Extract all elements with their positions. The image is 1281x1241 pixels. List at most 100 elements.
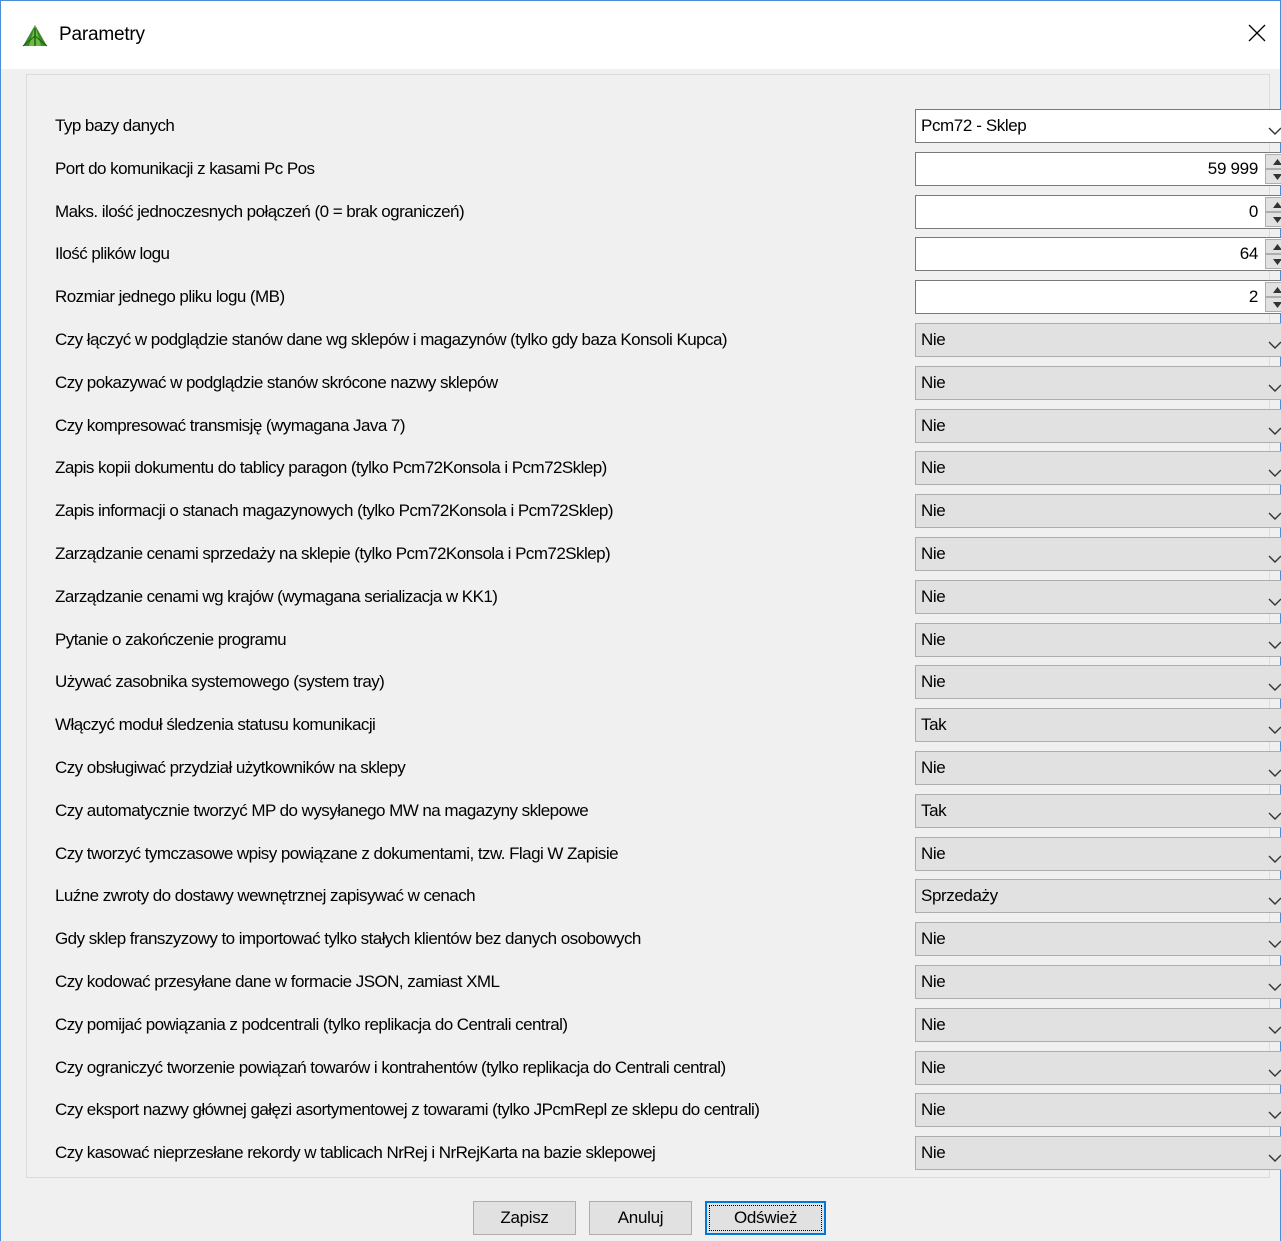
param-combo[interactable]: Nie	[915, 751, 1281, 785]
param-row: Czy kasować nieprzesłane rekordy w tabli…	[55, 1136, 1281, 1170]
chevron-down-icon	[1268, 463, 1281, 477]
param-label: Czy eksport nazwy głównej gałęzi asortym…	[55, 1100, 760, 1119]
refresh-button[interactable]: Odśwież	[705, 1201, 826, 1235]
param-combo[interactable]: Tak	[915, 708, 1281, 742]
chevron-down-icon	[1268, 121, 1281, 135]
param-combo[interactable]: Nie	[915, 665, 1281, 699]
param-combo[interactable]: Nie	[915, 1051, 1281, 1085]
chevron-down-icon	[1268, 1020, 1281, 1034]
param-label: Używać zasobnika systemowego (system tra…	[55, 672, 385, 691]
param-combo[interactable]: Nie	[915, 965, 1281, 999]
param-combo[interactable]: Nie	[915, 580, 1281, 614]
chevron-down-icon	[1268, 977, 1281, 991]
chevron-down-icon	[1268, 421, 1281, 435]
param-label: Luźne zwroty do dostawy wewnętrznej zapi…	[55, 886, 476, 905]
param-combo-value: Nie	[921, 373, 946, 392]
param-combo[interactable]: Nie	[915, 323, 1281, 357]
param-combo-value: Tak	[921, 801, 947, 820]
spinner-buttons	[1265, 282, 1281, 312]
param-label: Zarządzanie cenami wg krajów (wymagana s…	[55, 587, 498, 606]
param-label: Rozmiar jednego pliku logu (MB)	[55, 287, 285, 306]
param-combo[interactable]: Nie	[915, 1093, 1281, 1127]
chevron-down-icon	[1268, 1105, 1281, 1119]
spinner-down-button[interactable]	[1265, 297, 1281, 312]
spinner-up-button[interactable]	[1265, 197, 1281, 212]
param-row: Włączyć moduł śledzenia statusu komunika…	[55, 708, 1281, 742]
param-row: Czy łączyć w podglądzie stanów dane wg s…	[55, 323, 1281, 357]
param-combo-value: Nie	[921, 844, 946, 863]
param-row: Czy kodować przesyłane dane w formacie J…	[55, 965, 1281, 999]
param-label: Ilość plików logu	[55, 244, 170, 263]
chevron-down-icon	[1268, 378, 1281, 392]
param-label: Włączyć moduł śledzenia statusu komunika…	[55, 715, 376, 734]
param-spinner-input[interactable]	[916, 238, 1260, 270]
cancel-button[interactable]: Anuluj	[589, 1201, 692, 1235]
param-row: Czy kompresować transmisję (wymagana Jav…	[55, 409, 1281, 443]
param-combo-value: Nie	[921, 501, 946, 520]
param-label: Czy pomijać powiązania z podcentrali (ty…	[55, 1015, 568, 1034]
spinner-buttons	[1265, 154, 1281, 184]
param-combo[interactable]: Nie	[915, 1008, 1281, 1042]
param-label: Czy tworzyć tymczasowe wpisy powiązane z…	[55, 844, 619, 863]
param-spinner-input[interactable]	[916, 281, 1260, 313]
param-row: Ilość plików logu	[55, 237, 1281, 271]
spinner-up-button[interactable]	[1265, 239, 1281, 254]
param-combo[interactable]: Sprzedaży	[915, 879, 1281, 913]
param-row: Czy pomijać powiązania z podcentrali (ty…	[55, 1008, 1281, 1042]
param-combo[interactable]: Nie	[915, 922, 1281, 956]
triangle-down-icon	[1272, 258, 1281, 265]
chevron-down-icon	[1268, 635, 1281, 649]
param-row: Zarządzanie cenami wg krajów (wymagana s…	[55, 580, 1281, 614]
param-row: Używać zasobnika systemowego (system tra…	[55, 665, 1281, 699]
param-combo[interactable]: Nie	[915, 366, 1281, 400]
param-spinner-input[interactable]	[916, 196, 1260, 228]
spinner-down-button[interactable]	[1265, 254, 1281, 269]
param-combo[interactable]: Nie	[915, 1136, 1281, 1170]
param-combo[interactable]: Nie	[915, 409, 1281, 443]
chevron-down-icon	[1268, 1063, 1281, 1077]
param-combo-value: Nie	[921, 330, 946, 349]
param-combo-value: Nie	[921, 972, 946, 991]
refresh-button-label: Odśwież	[733, 1208, 798, 1227]
chevron-down-icon	[1268, 549, 1281, 563]
param-spinner	[915, 237, 1281, 271]
spinner-up-button[interactable]	[1265, 282, 1281, 297]
window-title: Parametry	[59, 24, 145, 45]
param-combo-value: Pcm72 - Sklep	[921, 116, 1027, 135]
green-leaf-icon	[21, 24, 49, 48]
param-combo-value: Nie	[921, 1015, 946, 1034]
param-label: Czy łączyć w podglądzie stanów dane wg s…	[55, 330, 728, 349]
param-combo-value: Tak	[921, 715, 947, 734]
save-button[interactable]: Zapisz	[473, 1201, 576, 1235]
param-row: Czy pokazywać w podglądzie stanów skróco…	[55, 366, 1281, 400]
param-row: Rozmiar jednego pliku logu (MB)	[55, 280, 1281, 314]
param-combo-value: Sprzedaży	[921, 886, 998, 905]
triangle-down-icon	[1272, 173, 1281, 180]
param-spinner-input[interactable]	[916, 153, 1260, 185]
param-combo[interactable]: Nie	[915, 623, 1281, 657]
param-row: Czy eksport nazwy głównej gałęzi asortym…	[55, 1093, 1281, 1127]
param-combo[interactable]: Nie	[915, 837, 1281, 871]
spinner-buttons	[1265, 239, 1281, 269]
param-row: Typ bazy danych Pcm72 - Sklep	[55, 109, 1281, 143]
param-combo[interactable]: Nie	[915, 451, 1281, 485]
spinner-down-button[interactable]	[1265, 212, 1281, 227]
param-combo-value: Nie	[921, 416, 946, 435]
param-combo-value: Nie	[921, 587, 946, 606]
triangle-down-icon	[1272, 216, 1281, 223]
spinner-up-button[interactable]	[1265, 154, 1281, 169]
parameters-dialog: Parametry Typ bazy danych Pcm72 - Sklep Po…	[0, 0, 1281, 1241]
param-combo[interactable]: Nie	[915, 537, 1281, 571]
param-combo[interactable]: Pcm72 - Sklep	[915, 109, 1281, 143]
param-label: Czy kodować przesyłane dane w formacie J…	[55, 972, 500, 991]
close-button[interactable]	[1234, 1, 1280, 69]
spinner-buttons	[1265, 197, 1281, 227]
title-bar: Parametry	[1, 1, 1280, 69]
param-combo[interactable]: Nie	[915, 494, 1281, 528]
spinner-down-button[interactable]	[1265, 169, 1281, 184]
chevron-down-icon	[1268, 891, 1281, 905]
param-row: Czy automatycznie tworzyć MP do wysyłane…	[55, 794, 1281, 828]
param-label: Czy kasować nieprzesłane rekordy w tabli…	[55, 1143, 656, 1162]
param-combo[interactable]: Tak	[915, 794, 1281, 828]
param-row: Port do komunikacji z kasami Pc Pos	[55, 152, 1281, 186]
